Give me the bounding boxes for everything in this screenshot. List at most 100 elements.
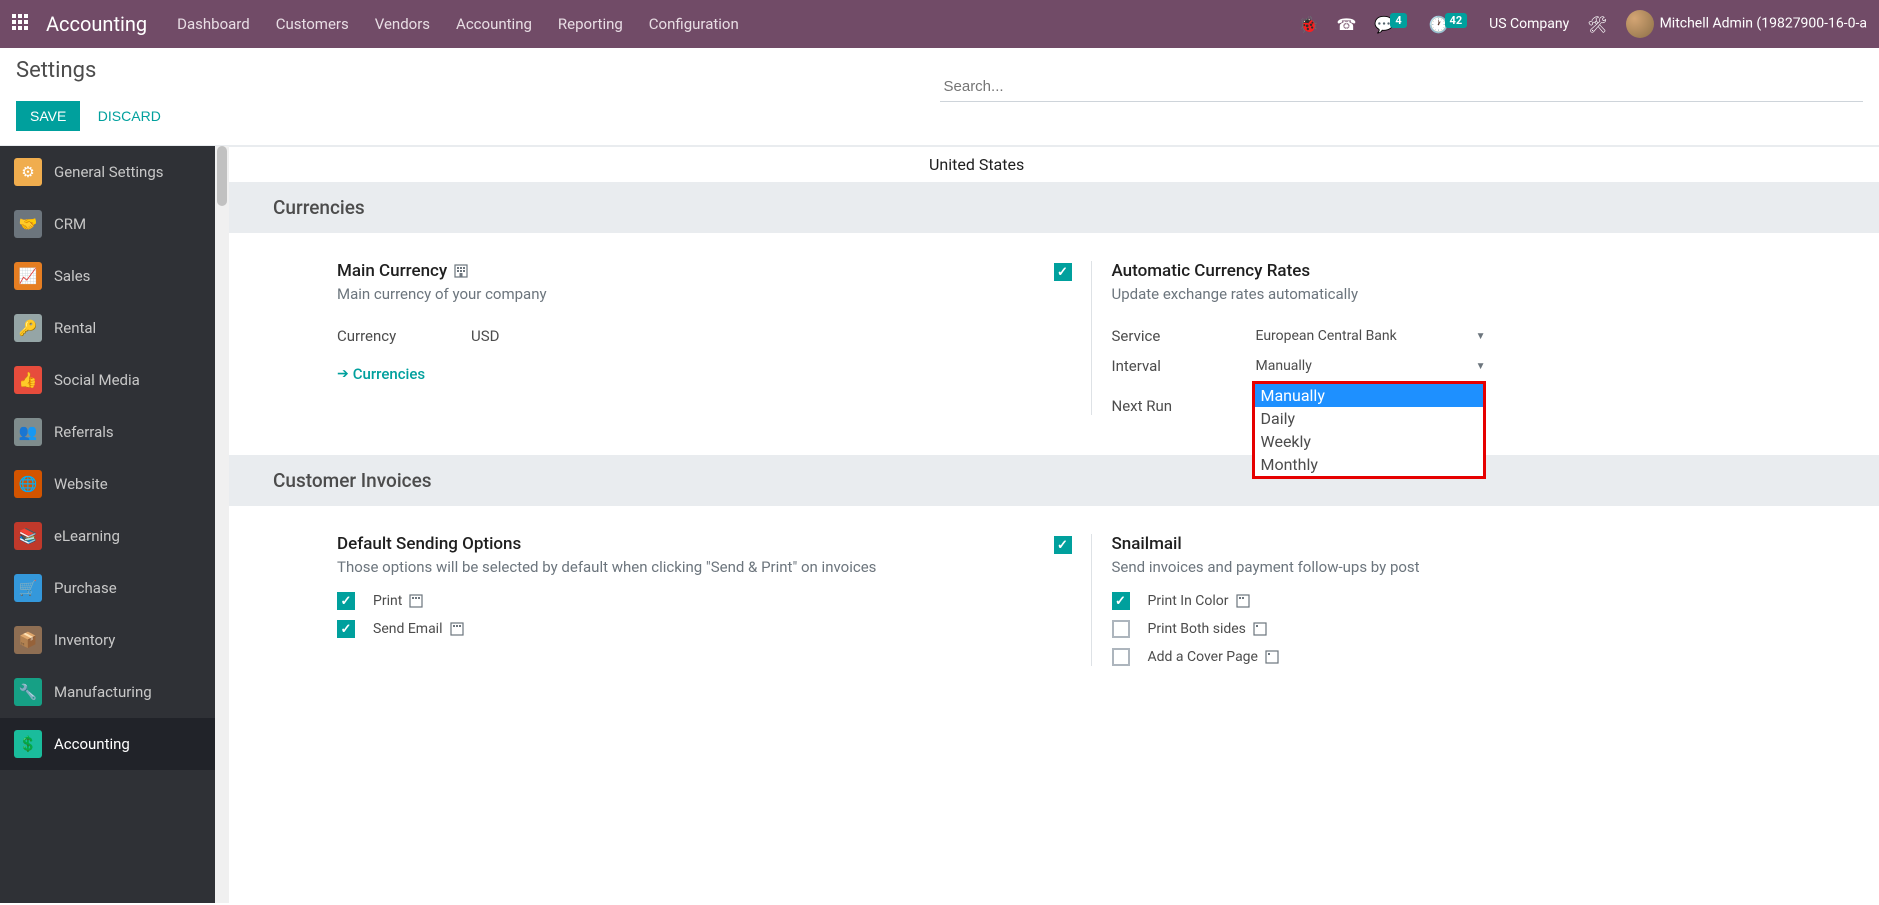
sidebar-item-inventory[interactable]: 📦Inventory — [0, 614, 215, 666]
arrow-right-icon: ➔ — [337, 366, 349, 382]
save-button[interactable]: SAVE — [16, 101, 80, 131]
snailmail-desc: Send invoices and payment follow-ups by … — [1112, 558, 1836, 576]
building-icon — [1264, 649, 1280, 665]
print-label: Print — [373, 593, 402, 609]
sidebar-item-label: Website — [54, 475, 108, 493]
sidebar-item-manufacturing[interactable]: 🔧 Manufacturing — [0, 666, 215, 718]
building-icon — [1235, 593, 1251, 609]
print-checkbox[interactable] — [337, 592, 355, 610]
nav-configuration[interactable]: Configuration — [649, 15, 739, 33]
interval-label: Interval — [1112, 357, 1256, 375]
brand-title[interactable]: Accounting — [46, 12, 147, 36]
sidebar-item-general[interactable]: ⚙ General Settings — [0, 146, 215, 198]
auto-rates-desc: Update exchange rates automatically — [1112, 285, 1836, 303]
auto-rates-checkbox[interactable] — [1054, 263, 1072, 281]
building-icon — [1252, 621, 1268, 637]
wrench-icon: 🔧 — [14, 678, 42, 706]
currencies-link[interactable]: ➔Currencies — [337, 365, 425, 383]
sidebar-scrollbar[interactable] — [215, 146, 229, 903]
sidebar-item-label: CRM — [54, 215, 86, 233]
fragment-country: United States — [229, 146, 1879, 182]
send-email-label: Send Email — [373, 621, 443, 637]
support-icon[interactable]: ☎ — [1336, 15, 1356, 34]
service-value: European Central Bank — [1256, 328, 1397, 344]
sidebar-item-label: Purchase — [54, 579, 117, 597]
sidebar-item-website[interactable]: 🌐 Website — [0, 458, 215, 510]
globe-icon: 🌐 — [14, 470, 42, 498]
topbar-right: 🐞 ☎ 💬4 🕐42 US Company 🛠 Mitchell Admin (… — [1299, 10, 1867, 38]
sidebar-item-accounting[interactable]: 💲Accounting — [0, 718, 215, 770]
interval-select[interactable]: Manually ▼ — [1256, 358, 1486, 374]
sidebar-item-label: General Settings — [54, 163, 164, 181]
sidebar-item-label: Referrals — [54, 423, 114, 441]
nextrun-label: Next Run — [1112, 397, 1256, 415]
currency-value[interactable]: USD — [471, 327, 499, 345]
main-currency-title: Main Currency — [337, 261, 1061, 281]
nav-customers[interactable]: Customers — [276, 15, 349, 33]
avatar — [1626, 10, 1654, 38]
dropdown-option-daily[interactable]: Daily — [1255, 407, 1483, 430]
sidebar-item-label: Manufacturing — [54, 683, 152, 701]
dropdown-option-weekly[interactable]: Weekly — [1255, 430, 1483, 453]
scrollbar-thumb[interactable] — [217, 146, 227, 206]
page-title: Settings — [16, 58, 175, 83]
main-currency-title-text: Main Currency — [337, 261, 447, 281]
nav-reporting[interactable]: Reporting — [558, 15, 623, 33]
username: Mitchell Admin (19827900-16-0-a — [1660, 16, 1867, 32]
caret-down-icon: ▼ — [1476, 331, 1486, 342]
main-area: ⚙ General Settings 🤝CRM 📈Sales 🔑 Rental 👍S… — [0, 146, 1879, 903]
sidebar-item-label: Social Media — [54, 371, 140, 389]
settings-content: United States Currencies Main Currency M… — [229, 146, 1879, 903]
snailmail-checkbox[interactable] — [1054, 536, 1072, 554]
building-icon — [453, 263, 469, 279]
sidebar-item-crm[interactable]: 🤝CRM — [0, 198, 215, 250]
bug-icon[interactable]: 🐞 — [1299, 15, 1319, 34]
service-label: Service — [1112, 327, 1256, 345]
sending-title: Default Sending Options — [337, 534, 1061, 554]
sidebar-item-purchase[interactable]: 🛒 Purchase — [0, 562, 215, 614]
sidebar-item-referrals[interactable]: 👥Referrals — [0, 406, 215, 458]
section-invoices-body: Default Sending Options Those options wi… — [229, 506, 1879, 706]
control-panel: Settings SAVE DISCARD — [0, 48, 1879, 146]
send-email-checkbox[interactable] — [337, 620, 355, 638]
print-both-checkbox[interactable] — [1112, 620, 1130, 638]
sidebar-item-sales[interactable]: 📈Sales — [0, 250, 215, 302]
currency-label: Currency — [337, 327, 471, 345]
dropdown-option-monthly[interactable]: Monthly — [1255, 453, 1483, 476]
box-icon: 📦 — [14, 626, 42, 654]
sidebar-item-social[interactable]: 👍Social Media — [0, 354, 215, 406]
section-currencies-heading: Currencies — [229, 182, 1879, 233]
caret-down-icon: ▼ — [1476, 361, 1486, 372]
snailmail-title: Snailmail — [1112, 534, 1836, 554]
apps-icon[interactable] — [12, 14, 32, 34]
search-input[interactable] — [940, 72, 1864, 102]
sidebar-item-elearning[interactable]: 📚eLearning — [0, 510, 215, 562]
messages-icon[interactable]: 💬4 — [1374, 15, 1410, 34]
dropdown-option-manually[interactable]: Manually — [1255, 384, 1483, 407]
user-menu[interactable]: Mitchell Admin (19827900-16-0-a — [1626, 10, 1867, 38]
discard-button[interactable]: DISCARD — [84, 101, 175, 131]
cart-icon: 🛒 — [14, 574, 42, 602]
auto-rates-title: Automatic Currency Rates — [1112, 261, 1836, 281]
print-color-checkbox[interactable] — [1112, 592, 1130, 610]
nav-vendors[interactable]: Vendors — [375, 15, 430, 33]
cover-page-checkbox[interactable] — [1112, 648, 1130, 666]
messages-badge: 4 — [1390, 13, 1406, 28]
activities-badge: 42 — [1445, 13, 1468, 28]
tools-icon[interactable]: 🛠 — [1587, 15, 1607, 34]
section-currencies-body: Main Currency Main currency of your comp… — [229, 233, 1879, 455]
sidebar-item-rental[interactable]: 🔑 Rental — [0, 302, 215, 354]
service-select[interactable]: European Central Bank ▼ — [1256, 328, 1486, 344]
top-nav: Dashboard Customers Vendors Accounting R… — [177, 15, 1298, 33]
company-switcher[interactable]: US Company — [1489, 16, 1569, 32]
sidebar-item-label: Sales — [54, 267, 90, 285]
activities-icon[interactable]: 🕐42 — [1429, 15, 1472, 34]
settings-sidebar: ⚙ General Settings 🤝CRM 📈Sales 🔑 Rental 👍S… — [0, 146, 215, 903]
nav-dashboard[interactable]: Dashboard — [177, 15, 250, 33]
key-icon: 🔑 — [14, 314, 42, 342]
sidebar-item-label: Rental — [54, 319, 96, 337]
print-both-label: Print Both sides — [1148, 621, 1246, 637]
nav-accounting[interactable]: Accounting — [456, 15, 532, 33]
sending-desc: Those options will be selected by defaul… — [337, 558, 1061, 576]
gear-icon: ⚙ — [14, 158, 42, 186]
